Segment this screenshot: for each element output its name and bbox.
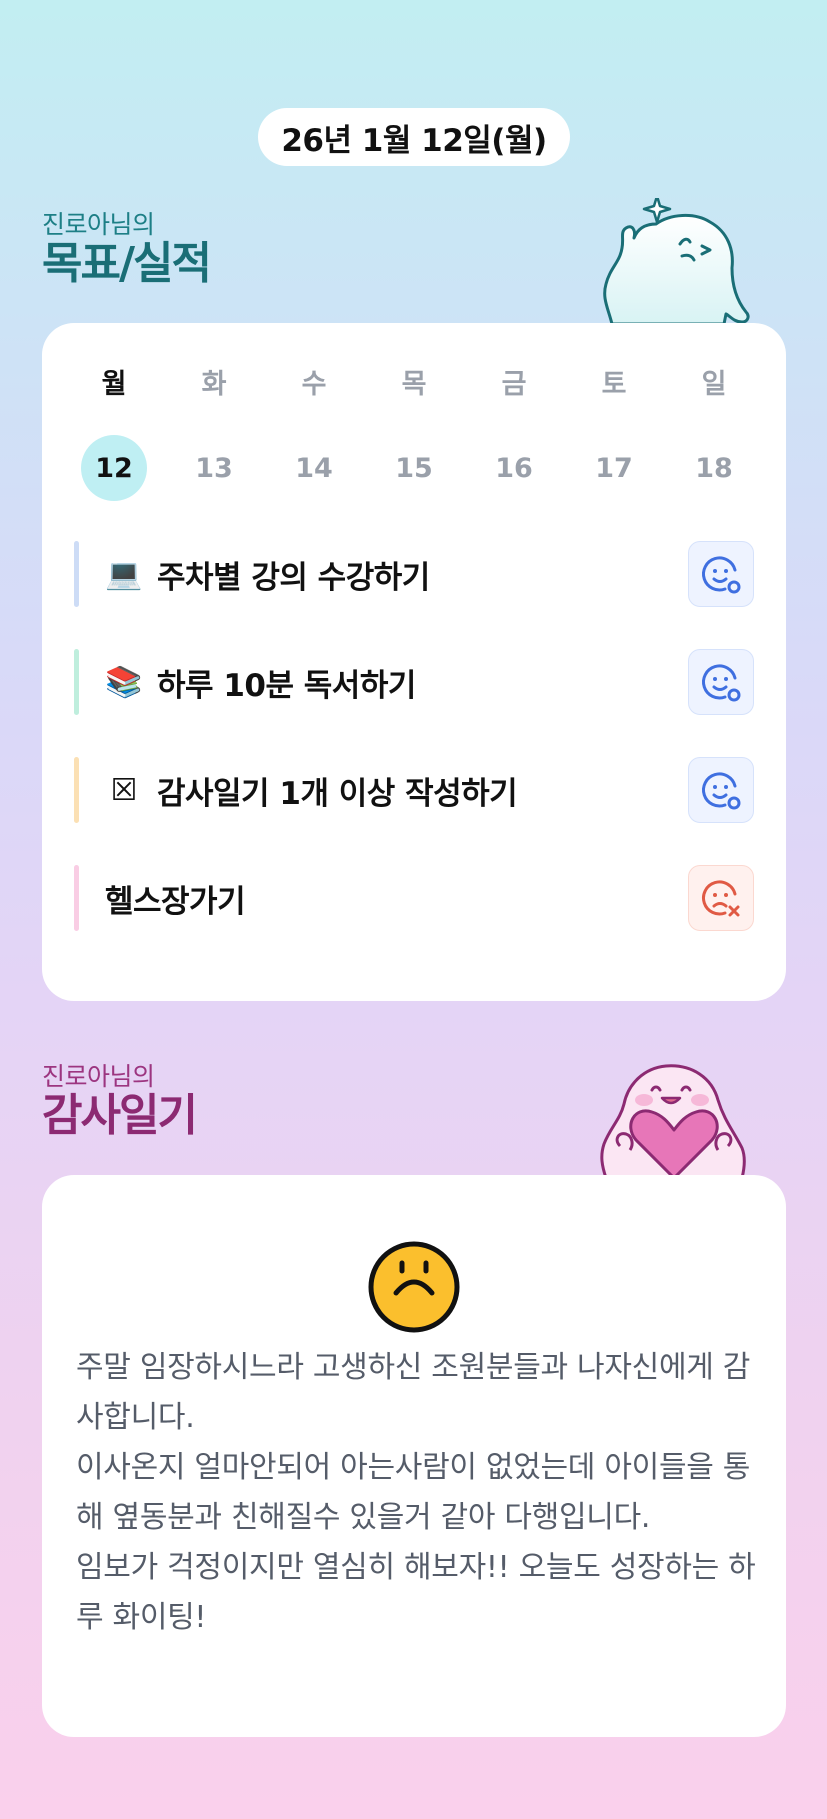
goals-section-header: 진로아님의 목표/실적 <box>42 210 212 289</box>
diary-entry-text: 주말 임장하시느라 고생하신 조원분들과 나자신에게 감사합니다. 이사온지 얼… <box>76 1350 756 1635</box>
books-icon: 📚 <box>105 664 143 700</box>
diary-section-header: 진로아님의 감사일기 <box>42 1062 198 1141</box>
status-done-button[interactable] <box>688 649 754 715</box>
goal-item[interactable]: 💻 주차별 강의 수강하기 <box>74 541 754 607</box>
day-sat[interactable]: 토 17 <box>564 365 664 501</box>
day-wed[interactable]: 수 14 <box>264 365 364 501</box>
status-done-button[interactable] <box>688 541 754 607</box>
goals-title: 목표/실적 <box>42 238 212 289</box>
smile-check-icon <box>702 556 741 594</box>
sad-x-icon <box>702 880 740 917</box>
goal-bar <box>74 649 79 715</box>
day-fri[interactable]: 금 16 <box>464 365 564 501</box>
goal-text: 감사일기 1개 이상 작성하기 <box>157 775 518 812</box>
goal-text: 하루 10분 독서하기 <box>157 667 416 704</box>
mascot-ghost-teal-icon <box>603 198 750 324</box>
goal-item[interactable]: 헬스장가기 <box>74 865 754 931</box>
upside-down-face-icon <box>368 1241 460 1333</box>
week-strip: 월 12 화 13 수 14 목 15 금 16 토 17 일 18 <box>64 365 764 501</box>
goal-bar <box>74 865 79 931</box>
smile-check-icon <box>702 664 741 702</box>
goal-bar <box>74 541 79 607</box>
diary-card: 주말 임장하시느라 고생하신 조원분들과 나자신에게 감사합니다. 이사온지 얼… <box>42 1175 786 1737</box>
diary-title: 감사일기 <box>42 1090 198 1141</box>
diary-subtitle: 진로아님의 <box>42 1062 155 1091</box>
mascot-ghost-heart-icon <box>600 1064 746 1178</box>
laptop-icon: 💻 <box>105 556 143 592</box>
goal-item[interactable]: ☒ 감사일기 1개 이상 작성하기 <box>74 757 754 823</box>
status-done-button[interactable] <box>688 757 754 823</box>
date-pill[interactable]: 26년 1월 12일(월) <box>258 108 570 166</box>
goal-text: 주차별 강의 수강하기 <box>157 559 430 596</box>
goals-card: 월 12 화 13 수 14 목 15 금 16 토 17 일 18 💻 주차별… <box>42 323 786 1001</box>
goal-bar <box>74 757 79 823</box>
day-mon[interactable]: 월 12 <box>64 365 164 501</box>
goal-item[interactable]: 📚 하루 10분 독서하기 <box>74 649 754 715</box>
day-sun[interactable]: 일 18 <box>664 365 764 501</box>
day-thu[interactable]: 목 15 <box>364 365 464 501</box>
day-number-selected: 12 <box>81 435 147 501</box>
ballot-box-icon: ☒ <box>110 772 138 808</box>
goal-text: 헬스장가기 <box>105 883 246 920</box>
smile-check-icon <box>702 772 741 810</box>
day-tue[interactable]: 화 13 <box>164 365 264 501</box>
goals-subtitle: 진로아님의 <box>42 210 155 239</box>
status-failed-button[interactable] <box>688 865 754 931</box>
date-label: 26년 1월 12일(월) <box>281 122 547 159</box>
